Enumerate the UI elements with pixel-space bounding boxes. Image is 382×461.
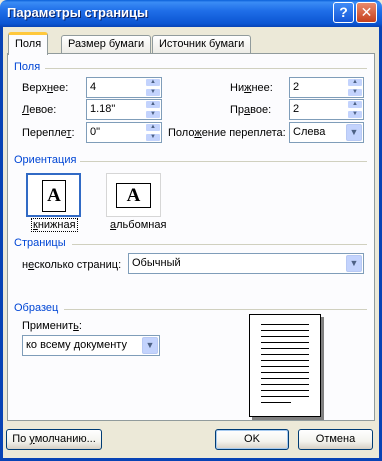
spin-up-icon[interactable]: ▲ — [145, 78, 161, 87]
group-divider — [64, 309, 367, 310]
set-default-button[interactable]: По умолчанию... — [6, 429, 102, 450]
portrait-page-icon: A — [42, 180, 66, 212]
gutter-spinner[interactable]: 0" ▲ ▼ — [86, 122, 162, 143]
spin-up-icon[interactable]: ▲ — [347, 78, 363, 87]
chevron-down-icon[interactable]: ▼ — [346, 124, 362, 141]
tab-label: Источник бумаги — [159, 38, 245, 50]
pages-group-label: Страницы — [14, 237, 66, 249]
gutter-position-label: Положение переплета: — [168, 127, 286, 139]
spin-up-icon[interactable]: ▲ — [145, 123, 161, 132]
margins-group-label: Поля — [14, 61, 41, 73]
landscape-option[interactable]: A — [106, 173, 161, 217]
left-margin-spinner[interactable]: 1.18" ▲ ▼ — [86, 99, 162, 120]
spin-up-icon[interactable]: ▲ — [145, 100, 161, 109]
multiple-pages-value: Обычный — [132, 257, 181, 269]
multiple-pages-select[interactable]: Обычный ▼ — [128, 253, 364, 274]
spin-down-icon[interactable]: ▼ — [145, 110, 161, 119]
left-margin-label: Левое: — [22, 104, 57, 116]
spin-down-icon[interactable]: ▼ — [347, 110, 363, 119]
landscape-label[interactable]: альбомная — [110, 219, 166, 231]
multiple-pages-label: несколько страниц: — [22, 259, 122, 271]
portrait-label[interactable]: книжная — [31, 218, 78, 232]
landscape-page-icon: A — [116, 183, 151, 208]
group-divider — [80, 161, 367, 162]
group-divider — [45, 68, 367, 69]
apply-to-label: Применить: — [22, 320, 82, 332]
help-icon: ? — [339, 4, 348, 20]
chevron-down-icon[interactable]: ▼ — [346, 255, 362, 272]
chevron-down-icon[interactable]: ▼ — [142, 337, 158, 354]
cancel-button[interactable]: Отмена — [298, 429, 373, 450]
apply-to-select[interactable]: ко всему документу ▼ — [22, 335, 160, 356]
spin-up-icon[interactable]: ▲ — [347, 100, 363, 109]
close-icon: ✕ — [360, 4, 373, 20]
right-margin-label: Правое: — [230, 104, 272, 116]
gutter-position-value: Слева — [293, 126, 326, 138]
gutter-position-select[interactable]: Слева ▼ — [289, 122, 364, 143]
window-frame-left — [0, 27, 3, 461]
top-margin-value: 4 — [90, 81, 97, 93]
title-bar[interactable]: Параметры страницы ? ✕ — [0, 0, 382, 27]
help-button[interactable]: ? — [333, 2, 354, 23]
button-label: OK — [244, 433, 260, 445]
bottom-margin-value: 2 — [293, 81, 300, 93]
right-margin-spinner[interactable]: 2 ▲ ▼ — [289, 99, 364, 120]
group-divider — [72, 244, 367, 245]
ok-button[interactable]: OK — [215, 429, 289, 450]
window-title: Параметры страницы — [7, 5, 149, 20]
tab-paper-size[interactable]: Размер бумаги — [61, 35, 152, 54]
left-margin-value: 1.18" — [90, 103, 116, 115]
spin-down-icon[interactable]: ▼ — [347, 88, 363, 97]
tab-label: Размер бумаги — [68, 38, 145, 50]
sample-group-label: Образец — [14, 302, 59, 314]
tab-label: Поля — [15, 38, 42, 50]
tab-margins[interactable]: Поля — [8, 32, 49, 55]
top-margin-label: Верхнее: — [22, 82, 69, 94]
portrait-option[interactable]: A — [26, 173, 81, 217]
close-button[interactable]: ✕ — [356, 2, 377, 23]
bottom-margin-spinner[interactable]: 2 ▲ ▼ — [289, 77, 364, 98]
bottom-margin-label: Нижнее: — [230, 82, 273, 94]
gutter-label: Переплет: — [22, 127, 75, 139]
right-margin-value: 2 — [293, 103, 300, 115]
page-preview — [249, 314, 321, 417]
top-margin-spinner[interactable]: 4 ▲ ▼ — [86, 77, 162, 98]
spin-down-icon[interactable]: ▼ — [145, 133, 161, 142]
spin-down-icon[interactable]: ▼ — [145, 88, 161, 97]
tab-paper-source[interactable]: Источник бумаги — [152, 35, 252, 54]
apply-to-value: ко всему документу — [26, 339, 127, 351]
gutter-value: 0" — [90, 126, 101, 138]
orientation-group-label: Ориентация — [14, 154, 77, 166]
button-label: По умолчанию... — [12, 433, 96, 445]
button-label: Отмена — [315, 433, 356, 445]
